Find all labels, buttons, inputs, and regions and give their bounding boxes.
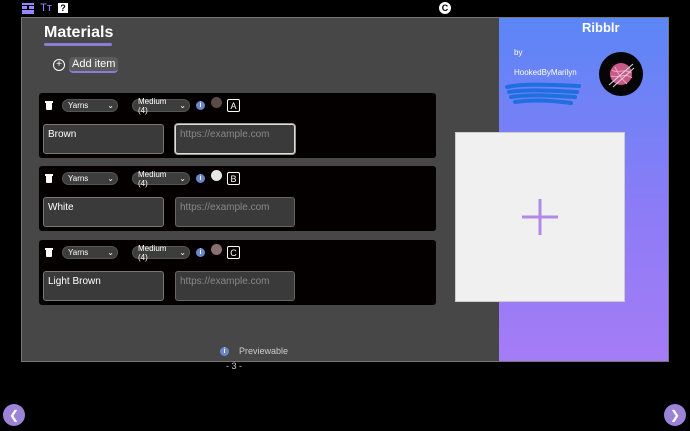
redacted-scribble <box>505 82 581 105</box>
title-underline <box>44 43 112 46</box>
previewable-note: i Previewable <box>220 346 288 356</box>
trash-icon[interactable] <box>45 101 53 110</box>
chevron-down-icon: ⌄ <box>179 101 186 110</box>
color-swatch[interactable] <box>211 170 222 181</box>
center-icon[interactable]: C <box>439 2 451 14</box>
chevron-down-icon: ⌄ <box>107 101 114 110</box>
item-letter: B <box>227 172 240 185</box>
materials-panel: Materials + Add item Yarns ⌄ Medium (4) ⌄ … <box>22 18 499 361</box>
info-icon: i <box>220 346 229 356</box>
item-letter: A <box>227 99 240 112</box>
brand-logo: Ribblr <box>582 20 620 35</box>
type-select[interactable]: Yarns ⌄ <box>62 172 118 185</box>
url-input[interactable]: https://example.com <box>175 197 295 227</box>
name-input[interactable]: Brown <box>43 124 164 154</box>
add-image-tile[interactable] <box>455 132 625 302</box>
chevron-left-icon: ❮ <box>8 408 20 422</box>
chevron-down-icon: ⌄ <box>179 248 186 257</box>
material-item: Yarns ⌄ Medium (4) ⌄ i C Light Brown https… <box>39 240 436 305</box>
text-size-icon[interactable]: Tт <box>40 2 52 14</box>
add-item-button[interactable]: + Add item <box>53 57 119 73</box>
chevron-down-icon: ⌄ <box>107 248 114 257</box>
material-item: Yarns ⌄ Medium (4) ⌄ i B White https://exa… <box>39 166 436 231</box>
weight-select[interactable]: Medium (4) ⌄ <box>132 244 190 262</box>
info-icon[interactable]: i <box>196 248 205 257</box>
material-item: Yarns ⌄ Medium (4) ⌄ i A Brown https://exa… <box>39 93 436 158</box>
trash-icon[interactable] <box>45 174 53 183</box>
plus-icon <box>522 199 558 235</box>
chevron-down-icon: ⌄ <box>107 174 114 183</box>
info-icon[interactable]: i <box>196 174 205 183</box>
weight-select[interactable]: Medium (4) ⌄ <box>132 97 190 115</box>
url-input[interactable]: https://example.com <box>175 271 295 301</box>
type-select[interactable]: Yarns ⌄ <box>62 246 118 259</box>
weight-select[interactable]: Medium (4) ⌄ <box>132 170 190 188</box>
name-input[interactable]: White <box>43 197 164 227</box>
url-input[interactable]: https://example.com <box>175 124 295 154</box>
layout-icon[interactable] <box>22 2 34 14</box>
add-item-label: Add item <box>69 57 119 73</box>
type-select[interactable]: Yarns ⌄ <box>62 99 118 112</box>
page-number: - 3 - <box>226 361 243 371</box>
chevron-down-icon: ⌄ <box>179 174 186 183</box>
next-page-button[interactable]: ❯ <box>664 404 686 426</box>
help-icon[interactable]: ? <box>58 3 68 13</box>
color-swatch[interactable] <box>211 97 222 108</box>
top-toolbar: Tт ? <box>22 2 68 14</box>
avatar[interactable] <box>599 52 643 96</box>
name-input[interactable]: Light Brown <box>43 271 164 301</box>
chevron-right-icon: ❯ <box>669 408 681 422</box>
previewable-label: Previewable <box>239 346 289 356</box>
by-label: by <box>514 48 523 57</box>
plus-circle-icon: + <box>53 59 65 71</box>
info-icon[interactable]: i <box>196 101 205 110</box>
yarn-ball-icon <box>608 63 635 88</box>
author-name[interactable]: HookedByMarilyn <box>514 68 577 77</box>
prev-page-button[interactable]: ❮ <box>3 404 25 426</box>
color-swatch[interactable] <box>211 244 222 255</box>
trash-icon[interactable] <box>45 248 53 257</box>
page-title: Materials <box>44 24 114 41</box>
item-letter: C <box>227 246 240 259</box>
